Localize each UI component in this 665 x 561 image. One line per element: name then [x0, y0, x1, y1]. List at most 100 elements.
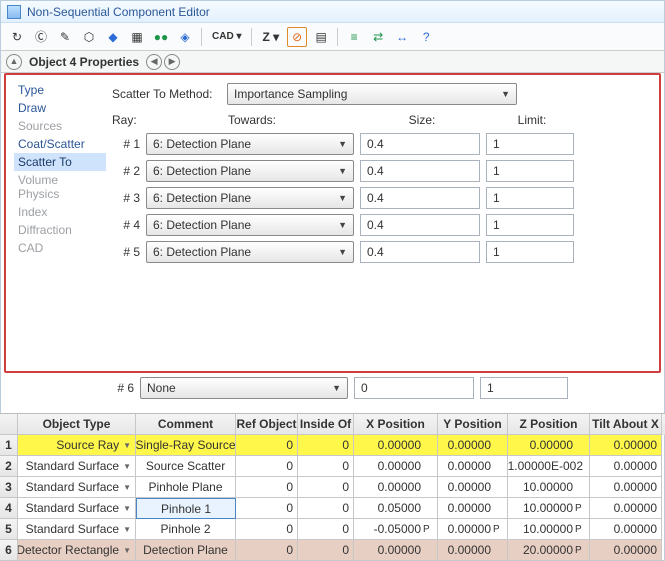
grid-row[interactable]: 6Detector Rectangle ▼Detection Plane000.…	[0, 540, 665, 561]
col-tilt-about-x[interactable]: Tilt About X	[590, 414, 662, 435]
cell-y-position[interactable]: 0.00000	[438, 435, 508, 456]
col-inside-of[interactable]: Inside Of	[298, 414, 354, 435]
cell-y-position[interactable]: 0.00000	[438, 477, 508, 498]
cell-z-position[interactable]: 0.00000	[508, 435, 590, 456]
z-dropdown[interactable]: Z ▾	[258, 27, 283, 47]
cell-object-type[interactable]: Standard Surface ▼	[18, 456, 136, 477]
ray-limit-input[interactable]: 1	[486, 187, 574, 209]
row-header[interactable]: 3	[0, 477, 18, 498]
scatter-to-method-dropdown[interactable]: Importance Sampling ▼	[227, 83, 517, 105]
sidebar-item-draw[interactable]: Draw	[14, 99, 106, 117]
cell-comment[interactable]: Detection Plane	[136, 540, 236, 561]
save-icon[interactable]: Ⓒ	[31, 27, 51, 47]
cell-ref-object[interactable]: 0	[236, 435, 298, 456]
cell-x-position[interactable]: 0.05000	[354, 498, 438, 519]
cell-z-position[interactable]: 10.00000P	[508, 519, 590, 540]
sidebar-item-type[interactable]: Type	[14, 81, 106, 99]
sidebar-item-cad[interactable]: CAD	[14, 239, 106, 257]
cell-ref-object[interactable]: 0	[236, 456, 298, 477]
ray-size-input[interactable]: 0.4	[360, 160, 480, 182]
doc-icon[interactable]: ▤	[311, 27, 331, 47]
list-icon[interactable]: ≡	[344, 27, 364, 47]
cell-ref-object[interactable]: 0	[236, 540, 298, 561]
help-icon[interactable]: ?	[416, 27, 436, 47]
row-header[interactable]: 1	[0, 435, 18, 456]
row-header[interactable]: 2	[0, 456, 18, 477]
cell-tilt-x[interactable]: 0.00000	[590, 435, 662, 456]
cell-x-position[interactable]: -0.05000P	[354, 519, 438, 540]
sidebar-item-coat-scatter[interactable]: Coat/Scatter	[14, 135, 106, 153]
swap-icon[interactable]: ⇄	[368, 27, 388, 47]
ray-limit-input[interactable]: 1	[486, 214, 574, 236]
refresh-icon[interactable]: ↻	[7, 27, 27, 47]
ray-towards-dropdown[interactable]: None ▼	[140, 377, 348, 399]
cell-tilt-x[interactable]: 0.00000	[590, 519, 662, 540]
cell-z-position[interactable]: 10.00000P	[508, 498, 590, 519]
cell-object-type[interactable]: Detector Rectangle ▼	[18, 540, 136, 561]
row-header[interactable]: 4	[0, 498, 18, 519]
connect-icon[interactable]: ↔	[392, 27, 412, 47]
cell-z-position[interactable]: 20.00000P	[508, 540, 590, 561]
cell-ref-object[interactable]: 0	[236, 519, 298, 540]
cell-inside-of[interactable]: 0	[298, 498, 354, 519]
prev-object-icon[interactable]: ◀	[146, 54, 162, 70]
col-ref-object[interactable]: Ref Object	[236, 414, 298, 435]
diamond-icon[interactable]: ◈	[175, 27, 195, 47]
ray-size-input[interactable]: 0.4	[360, 133, 480, 155]
col-z-position[interactable]: Z Position	[508, 414, 590, 435]
cell-ref-object[interactable]: 0	[236, 477, 298, 498]
cell-inside-of[interactable]: 0	[298, 477, 354, 498]
ray-size-input[interactable]: 0.4	[360, 214, 480, 236]
cell-object-type[interactable]: Source Ray ▼	[18, 435, 136, 456]
sidebar-item-volume-physics[interactable]: Volume Physics	[14, 171, 106, 203]
ray-size-input[interactable]: 0.4	[360, 241, 480, 263]
collapse-up-icon[interactable]: ▲	[6, 54, 22, 70]
ray-towards-dropdown[interactable]: 6: Detection Plane▼	[146, 187, 354, 209]
cell-comment[interactable]: Pinhole 1	[136, 498, 236, 519]
cell-inside-of[interactable]: 0	[298, 456, 354, 477]
cell-x-position[interactable]: 0.00000	[354, 456, 438, 477]
ray-towards-dropdown[interactable]: 6: Detection Plane▼	[146, 214, 354, 236]
cell-tilt-x[interactable]: 0.00000	[590, 456, 662, 477]
cell-inside-of[interactable]: 0	[298, 540, 354, 561]
cell-z-position[interactable]: 10.00000	[508, 477, 590, 498]
ray-size-input[interactable]: 0	[354, 377, 474, 399]
ray-limit-input[interactable]: 1	[486, 241, 574, 263]
sidebar-item-sources[interactable]: Sources	[14, 117, 106, 135]
cell-object-type[interactable]: Standard Surface ▼	[18, 477, 136, 498]
cell-tilt-x[interactable]: 0.00000	[590, 540, 662, 561]
cell-object-type[interactable]: Standard Surface ▼	[18, 519, 136, 540]
cube-blue-icon[interactable]: ◆	[103, 27, 123, 47]
no-entry-icon[interactable]: ⊘	[287, 27, 307, 47]
row-header[interactable]: 5	[0, 519, 18, 540]
hex-icon[interactable]: ⬡	[79, 27, 99, 47]
cell-comment[interactable]: Source Scatter	[136, 456, 236, 477]
row-header[interactable]: 6	[0, 540, 18, 561]
ray-towards-dropdown[interactable]: 6: Detection Plane▼	[146, 241, 354, 263]
sidebar-item-scatter-to[interactable]: Scatter To	[14, 153, 106, 171]
grid-row[interactable]: 1Source Ray ▼Single-Ray Source000.000000…	[0, 435, 665, 456]
cell-y-position[interactable]: 0.00000	[438, 498, 508, 519]
cell-y-position[interactable]: 0.00000P	[438, 519, 508, 540]
col-comment[interactable]: Comment	[136, 414, 236, 435]
ray-limit-input[interactable]: 1	[486, 133, 574, 155]
cell-tilt-x[interactable]: 0.00000	[590, 498, 662, 519]
link-icon[interactable]: ●●	[151, 27, 171, 47]
cell-tilt-x[interactable]: 0.00000	[590, 477, 662, 498]
cell-ref-object[interactable]: 0	[236, 498, 298, 519]
cell-inside-of[interactable]: 0	[298, 435, 354, 456]
col-object-type[interactable]: Object Type	[18, 414, 136, 435]
cell-x-position[interactable]: 0.00000	[354, 540, 438, 561]
cell-inside-of[interactable]: 0	[298, 519, 354, 540]
cell-z-position[interactable]: 1.00000E-002	[508, 456, 590, 477]
grid-row[interactable]: 5Standard Surface ▼Pinhole 200-0.05000P0…	[0, 519, 665, 540]
cell-comment[interactable]: Pinhole Plane	[136, 477, 236, 498]
ray-size-input[interactable]: 0.4	[360, 187, 480, 209]
grid-row[interactable]: 2Standard Surface ▼Source Scatter000.000…	[0, 456, 665, 477]
sidebar-item-diffraction[interactable]: Diffraction	[14, 221, 106, 239]
cell-x-position[interactable]: 0.00000	[354, 477, 438, 498]
sidebar-item-index[interactable]: Index	[14, 203, 106, 221]
ray-limit-input[interactable]: 1	[480, 377, 568, 399]
ray-limit-input[interactable]: 1	[486, 160, 574, 182]
cell-y-position[interactable]: 0.00000	[438, 456, 508, 477]
